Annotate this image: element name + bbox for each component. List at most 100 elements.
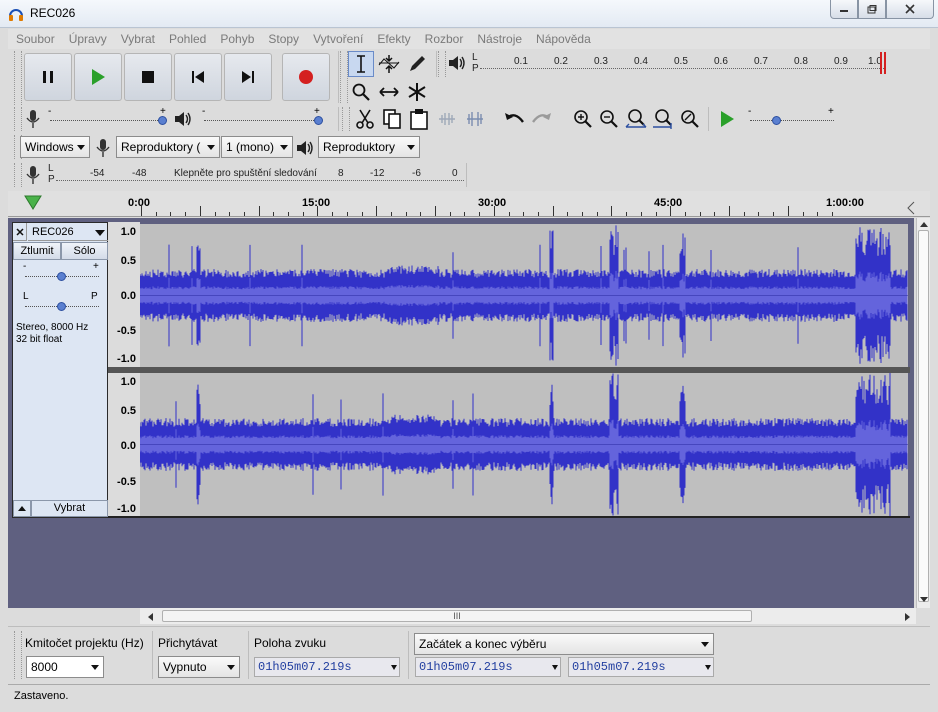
draw-tool[interactable] (404, 51, 430, 77)
ruler-tick (273, 212, 275, 216)
slider-knob[interactable] (772, 116, 781, 125)
horizontal-scroll-thumb[interactable]: III (162, 610, 752, 622)
menu-rozbor[interactable]: Rozbor (425, 32, 464, 46)
audio-position-field[interactable]: 01h05m07.219s (254, 657, 400, 677)
menu-vytvoreni[interactable]: Vytvoření (313, 32, 363, 46)
scroll-up-icon[interactable] (919, 220, 929, 228)
toolbar-grip[interactable] (14, 51, 22, 105)
scroll-down-icon[interactable] (919, 596, 929, 604)
undo-button[interactable] (502, 106, 528, 132)
recording-device-dropdown[interactable]: Reproduktory ( (116, 136, 220, 158)
play-button[interactable] (74, 53, 122, 101)
waveform-channel-left[interactable] (140, 224, 908, 367)
menu-vybrat[interactable]: Vybrat (121, 32, 155, 46)
skip-to-end-icon (242, 71, 254, 83)
pause-icon (43, 71, 53, 83)
slider-knob[interactable] (57, 272, 66, 281)
menu-upravy[interactable]: Úpravy (69, 32, 107, 46)
select-track-button[interactable]: Vybrat (31, 500, 108, 517)
skip-to-start-button[interactable] (174, 53, 222, 101)
maximize-button[interactable] (858, 0, 886, 19)
timeline-ruler[interactable]: 0:00 15:00 30:00 45:00 1:00:00 (8, 191, 930, 217)
close-button[interactable] (886, 0, 934, 19)
zoom-toggle-button[interactable] (677, 106, 703, 132)
multi-tool[interactable] (404, 79, 430, 105)
silence-audio-button[interactable] (462, 106, 488, 132)
mute-button[interactable]: Ztlumit (13, 242, 61, 260)
paste-button[interactable] (406, 106, 432, 132)
trim-audio-button[interactable] (434, 106, 460, 132)
vertical-scrollbar[interactable] (916, 218, 930, 608)
playback-device-icon (292, 135, 318, 161)
track-pan-slider[interactable]: L P (23, 291, 99, 311)
solo-button[interactable]: Sólo (61, 242, 108, 260)
pause-button[interactable] (24, 53, 72, 101)
slider-knob[interactable] (57, 302, 66, 311)
toolbar-grip[interactable] (342, 107, 350, 131)
playback-device-dropdown[interactable]: Reproduktory (318, 136, 420, 158)
record-icon (299, 70, 313, 84)
zoom-in-button[interactable] (570, 106, 596, 132)
track-name-menu[interactable]: REC026 (28, 223, 108, 241)
menu-pohled[interactable]: Pohled (169, 32, 206, 46)
selection-tool[interactable] (348, 51, 374, 77)
ruler-tick (155, 212, 157, 216)
recording-meter[interactable]: -54 -48 Klepněte pro spuštění sledování … (56, 165, 464, 187)
asterisk-icon (408, 83, 426, 101)
menu-napoveda[interactable]: Nápověda (536, 32, 591, 46)
toolbar-grip[interactable] (340, 51, 348, 103)
time-shift-tool[interactable] (376, 79, 402, 105)
minimize-button[interactable] (830, 0, 858, 19)
copy-button[interactable] (379, 106, 405, 132)
selection-end-field[interactable]: 01h05m07.219s (568, 657, 714, 677)
menu-nastroje[interactable]: Nástroje (477, 32, 522, 46)
slider-knob[interactable] (158, 116, 167, 125)
collapse-track-button[interactable] (13, 500, 31, 517)
zoom-out-button[interactable] (596, 106, 622, 132)
waveform-channel-right[interactable] (140, 373, 908, 516)
ruler-tick (288, 212, 289, 216)
menu-soubor[interactable]: Soubor (16, 32, 55, 46)
i-beam-icon (357, 55, 365, 73)
fit-project-button[interactable] (650, 106, 676, 132)
project-rate-label: Kmitočet projektu (Hz) (25, 636, 144, 650)
vertical-scroll-thumb[interactable] (918, 230, 929, 602)
recording-volume-slider[interactable]: - + (48, 106, 170, 129)
track-gain-slider[interactable]: - + (23, 261, 99, 283)
menu-efekty[interactable]: Efekty (377, 32, 410, 46)
playback-meter[interactable]: 0.1 0.2 0.3 0.4 0.5 0.6 0.7 0.8 0.9 1.0 (480, 52, 886, 74)
playback-volume-slider[interactable]: - + (200, 106, 324, 129)
fit-selection-button[interactable] (623, 106, 649, 132)
playback-speed-slider[interactable]: - + (746, 106, 838, 129)
stop-button[interactable] (124, 53, 172, 101)
play-at-speed-button[interactable] (714, 106, 740, 132)
channels-dropdown[interactable]: 1 (mono) (221, 136, 293, 158)
toolbar-grip[interactable] (14, 631, 22, 679)
microphone-icon (96, 139, 110, 157)
pinned-play-head-icon[interactable] (24, 195, 42, 211)
snap-dropdown[interactable]: Vypnuto (158, 656, 240, 678)
cut-button[interactable] (352, 106, 378, 132)
selection-start-field[interactable]: 01h05m07.219s (415, 657, 561, 677)
redo-icon (532, 113, 551, 123)
scroll-left-icon[interactable] (146, 612, 154, 622)
selection-mode-dropdown[interactable]: Začátek a konec výběru (414, 633, 714, 655)
zoom-out-icon (600, 110, 618, 128)
recording-meter-button[interactable] (20, 162, 46, 188)
project-rate-combo[interactable]: 8000 (26, 656, 104, 678)
horizontal-scrollbar[interactable]: III (140, 608, 916, 624)
playback-meter-button[interactable] (444, 50, 470, 76)
redo-button[interactable] (528, 106, 554, 132)
track-bottom-border (108, 516, 910, 518)
menu-pohyb[interactable]: Pohyb (220, 32, 254, 46)
y-label-ch1: 0.0 (120, 290, 136, 302)
menu-stopy[interactable]: Stopy (268, 32, 299, 46)
record-button[interactable] (282, 53, 330, 101)
scroll-right-icon[interactable] (904, 612, 912, 622)
audio-host-dropdown[interactable]: Windows (20, 136, 90, 158)
track-close-button[interactable] (13, 223, 27, 241)
envelope-tool[interactable] (376, 51, 402, 77)
zoom-tool[interactable] (348, 79, 374, 105)
slider-knob[interactable] (314, 116, 323, 125)
skip-to-end-button[interactable] (224, 53, 272, 101)
